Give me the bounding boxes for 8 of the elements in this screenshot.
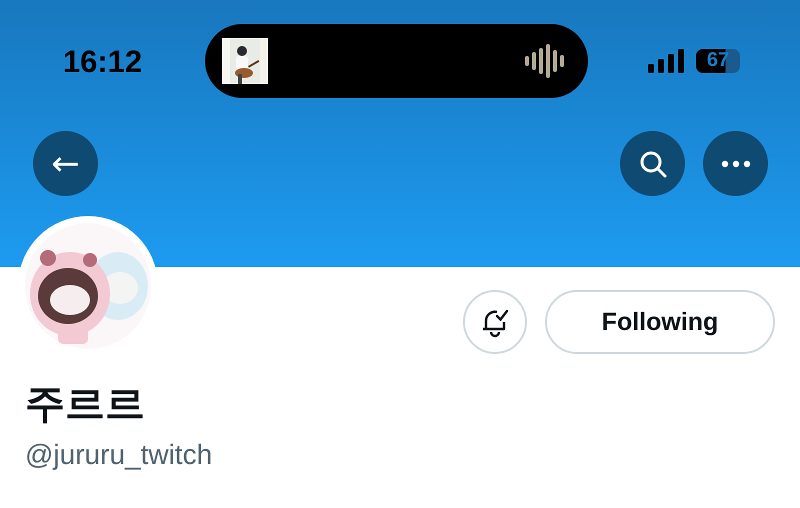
profile-name: 주르르 — [25, 380, 146, 429]
more-icon — [720, 160, 750, 168]
following-button[interactable]: Following — [545, 290, 775, 354]
profile-handle: @jururu_twitch — [25, 439, 214, 471]
search-icon — [638, 148, 668, 178]
signal-icon — [648, 48, 684, 72]
back-button[interactable]: ← — [33, 131, 98, 196]
status-time: 16:12 — [62, 44, 144, 80]
